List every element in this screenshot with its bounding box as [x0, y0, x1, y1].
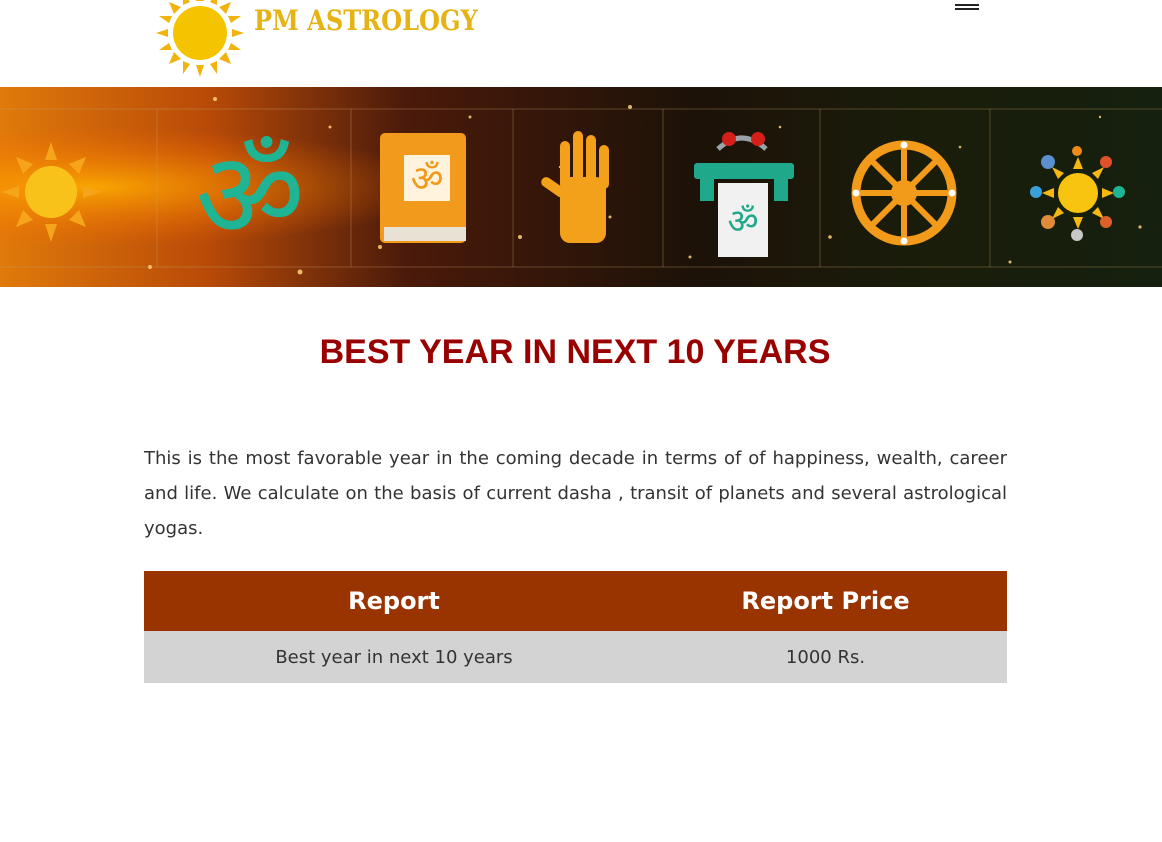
- report-price-table: Report Report Price Best year in next 10…: [144, 571, 1007, 683]
- svg-text:ॐ: ॐ: [727, 202, 758, 242]
- sun-logo-icon: [156, 0, 244, 77]
- hamburger-menu-icon[interactable]: [955, 4, 983, 12]
- sun-icon: [1, 142, 101, 242]
- table-row: Best year in next 10 years 1000 Rs.: [144, 631, 1007, 683]
- dharma-wheel-icon: [851, 140, 957, 246]
- hero-banner: ॐ ॐ ॐ: [0, 87, 1162, 287]
- menu-line: [955, 8, 979, 10]
- report-price-cell: 1000 Rs.: [644, 631, 1007, 683]
- scripture-book-icon: ॐ: [380, 133, 466, 243]
- om-icon: ॐ: [195, 127, 304, 266]
- column-header-report: Report: [144, 571, 644, 631]
- banner-graphic: ॐ ॐ ॐ: [0, 87, 1162, 287]
- report-name-cell: Best year in next 10 years: [144, 631, 644, 683]
- column-header-report-price: Report Price: [644, 571, 1007, 631]
- page-title: BEST YEAR IN NEXT 10 YEARS: [319, 333, 831, 371]
- svg-text:ॐ: ॐ: [411, 159, 444, 200]
- menu-line: [955, 4, 979, 6]
- site-header: PM ASTROLOGY: [0, 0, 1162, 87]
- page-description: This is the most favorable year in the c…: [144, 448, 1007, 539]
- logo-text: PM ASTROLOGY: [254, 4, 478, 37]
- table-header-row: Report Report Price: [144, 571, 1007, 631]
- site-logo[interactable]: PM ASTROLOGY: [150, 0, 478, 78]
